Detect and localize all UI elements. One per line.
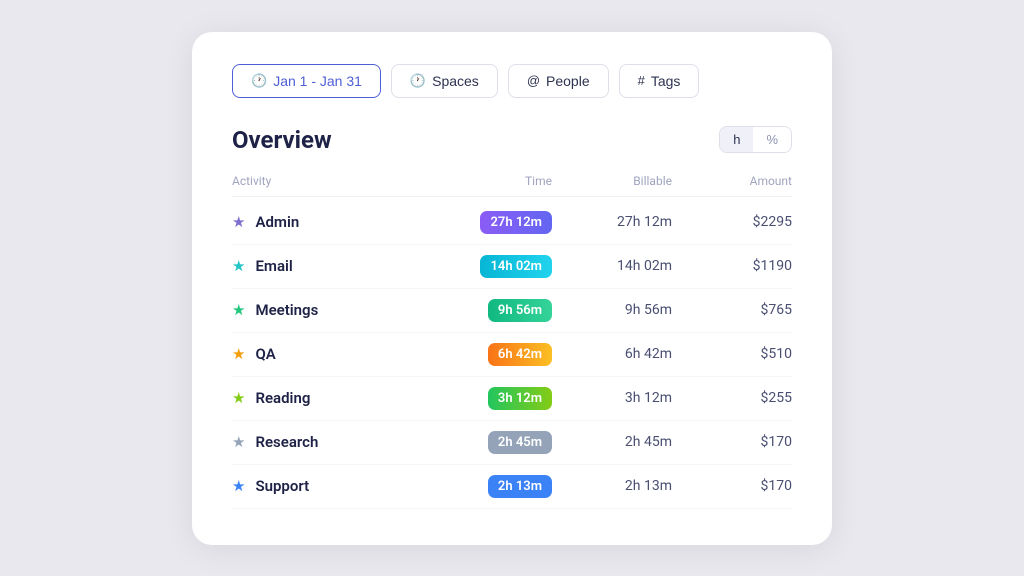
filter-tags-button[interactable]: # Tags bbox=[619, 64, 700, 98]
star-icon: ★ bbox=[232, 213, 245, 231]
table-row: ★ Reading 3h 12m 3h 12m $255 bbox=[232, 377, 792, 421]
billable-cell: 9h 56m bbox=[552, 302, 672, 318]
col-activity: Activity bbox=[232, 174, 432, 188]
activity-name: Research bbox=[255, 433, 318, 451]
activity-cell: ★ QA bbox=[232, 345, 432, 363]
table-row: ★ Email 14h 02m 14h 02m $1190 bbox=[232, 245, 792, 289]
star-icon: ★ bbox=[232, 477, 245, 495]
filter-people-button[interactable]: @ People bbox=[508, 64, 609, 98]
table-row: ★ Meetings 9h 56m 9h 56m $765 bbox=[232, 289, 792, 333]
time-cell: 6h 42m bbox=[432, 343, 552, 366]
time-cell: 2h 45m bbox=[432, 431, 552, 454]
filter-spaces-button[interactable]: 🕐 Spaces bbox=[391, 64, 498, 98]
clock-icon: 🕐 bbox=[251, 73, 267, 89]
activity-cell: ★ Meetings bbox=[232, 301, 432, 319]
activity-name: QA bbox=[255, 345, 275, 363]
billable-cell: 6h 42m bbox=[552, 346, 672, 362]
star-icon: ★ bbox=[232, 301, 245, 319]
time-cell: 2h 13m bbox=[432, 475, 552, 498]
star-icon: ★ bbox=[232, 345, 245, 363]
time-cell: 14h 02m bbox=[432, 255, 552, 278]
table-row: ★ Support 2h 13m 2h 13m $170 bbox=[232, 465, 792, 509]
col-time: Time bbox=[432, 174, 552, 188]
overview-title: Overview bbox=[232, 126, 332, 154]
table-row: ★ QA 6h 42m 6h 42m $510 bbox=[232, 333, 792, 377]
time-cell: 27h 12m bbox=[432, 211, 552, 234]
time-badge: 27h 12m bbox=[480, 211, 552, 234]
billable-cell: 3h 12m bbox=[552, 390, 672, 406]
tags-icon: # bbox=[638, 73, 645, 88]
amount-cell: $255 bbox=[672, 390, 792, 406]
billable-cell: 2h 13m bbox=[552, 478, 672, 494]
amount-cell: $510 bbox=[672, 346, 792, 362]
billable-cell: 27h 12m bbox=[552, 214, 672, 230]
star-icon: ★ bbox=[232, 433, 245, 451]
activity-name: Meetings bbox=[255, 301, 318, 319]
time-cell: 3h 12m bbox=[432, 387, 552, 410]
time-badge: 3h 12m bbox=[488, 387, 552, 410]
activity-name: Admin bbox=[255, 213, 299, 231]
activity-name: Support bbox=[255, 477, 309, 495]
spaces-icon: 🕐 bbox=[410, 73, 426, 89]
time-badge: 9h 56m bbox=[488, 299, 552, 322]
amount-cell: $170 bbox=[672, 434, 792, 450]
billable-cell: 2h 45m bbox=[552, 434, 672, 450]
table-row: ★ Research 2h 45m 2h 45m $170 bbox=[232, 421, 792, 465]
amount-cell: $1190 bbox=[672, 258, 792, 274]
filter-spaces-label: Spaces bbox=[432, 73, 479, 89]
filter-people-label: People bbox=[546, 73, 590, 89]
time-badge: 6h 42m bbox=[488, 343, 552, 366]
filter-date-label: Jan 1 - Jan 31 bbox=[273, 73, 362, 89]
filter-bar: 🕐 Jan 1 - Jan 31 🕐 Spaces @ People # Tag… bbox=[232, 64, 792, 98]
table-header: Activity Time Billable Amount bbox=[232, 174, 792, 197]
star-icon: ★ bbox=[232, 389, 245, 407]
activity-cell: ★ Email bbox=[232, 257, 432, 275]
time-badge: 14h 02m bbox=[480, 255, 552, 278]
activity-name: Email bbox=[255, 257, 292, 275]
main-card: 🕐 Jan 1 - Jan 31 🕐 Spaces @ People # Tag… bbox=[192, 32, 832, 545]
star-icon: ★ bbox=[232, 257, 245, 275]
time-cell: 9h 56m bbox=[432, 299, 552, 322]
activity-cell: ★ Research bbox=[232, 433, 432, 451]
col-billable: Billable bbox=[552, 174, 672, 188]
time-badge: 2h 13m bbox=[488, 475, 552, 498]
activity-cell: ★ Reading bbox=[232, 389, 432, 407]
activity-name: Reading bbox=[255, 389, 310, 407]
section-header: Overview h % bbox=[232, 126, 792, 154]
billable-cell: 14h 02m bbox=[552, 258, 672, 274]
col-amount: Amount bbox=[672, 174, 792, 188]
amount-cell: $2295 bbox=[672, 214, 792, 230]
filter-tags-label: Tags bbox=[651, 73, 681, 89]
table-body: ★ Admin 27h 12m 27h 12m $2295 ★ Email 14… bbox=[232, 201, 792, 509]
toggle-group: h % bbox=[719, 126, 792, 153]
activity-cell: ★ Support bbox=[232, 477, 432, 495]
amount-cell: $765 bbox=[672, 302, 792, 318]
activity-cell: ★ Admin bbox=[232, 213, 432, 231]
toggle-percent-button[interactable]: % bbox=[753, 127, 791, 152]
toggle-hours-button[interactable]: h bbox=[720, 127, 753, 152]
amount-cell: $170 bbox=[672, 478, 792, 494]
time-badge: 2h 45m bbox=[488, 431, 552, 454]
filter-date-button[interactable]: 🕐 Jan 1 - Jan 31 bbox=[232, 64, 381, 98]
people-icon: @ bbox=[527, 73, 540, 88]
table-row: ★ Admin 27h 12m 27h 12m $2295 bbox=[232, 201, 792, 245]
